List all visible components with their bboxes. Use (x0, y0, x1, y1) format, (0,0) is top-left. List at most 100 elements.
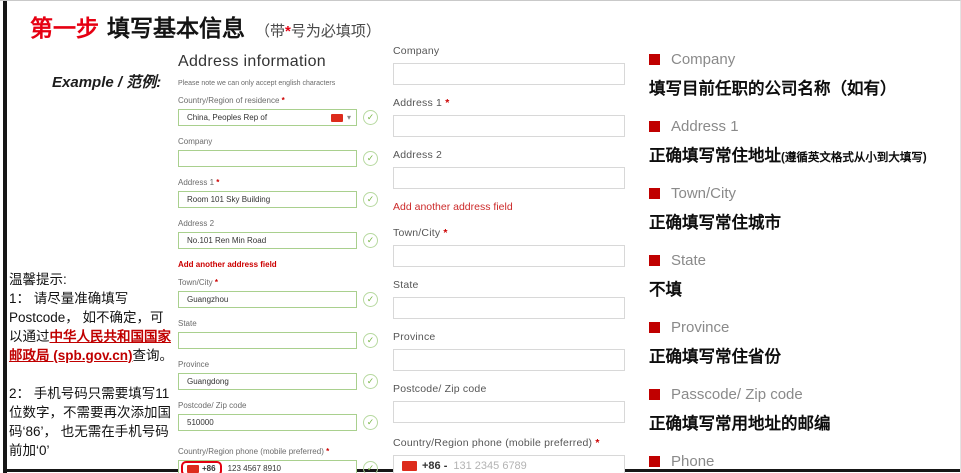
text-input[interactable]: ▾ (393, 63, 625, 85)
field-label: Company (393, 45, 633, 57)
chevron-down-icon: ▾ (347, 113, 351, 122)
required-asterisk: * (442, 97, 449, 109)
address-information-heading: Address information (178, 53, 378, 71)
field-label: Country/Region phone (mobile preferred) … (178, 447, 378, 456)
valid-check-icon: ✓ (363, 374, 378, 389)
guide-term: Province (671, 319, 729, 336)
china-flag-icon (187, 465, 199, 473)
field-label: Country/Region phone (mobile preferred) … (393, 437, 633, 449)
form-field: Address 1 * Room 101 Sky Building ▾ ✓ (178, 178, 378, 208)
china-flag-icon (402, 461, 417, 471)
valid-check-icon: ✓ (363, 233, 378, 248)
guide-term: State (671, 252, 706, 269)
form-field: State ▾ (393, 279, 633, 319)
text-input[interactable]: ▾ (393, 401, 625, 423)
field-label: Address 1 * (393, 97, 633, 109)
valid-check-icon: ✓ (363, 151, 378, 166)
red-square-bullet (649, 54, 660, 65)
valid-check-icon: ✓ (363, 461, 378, 473)
text-input[interactable]: ▾ (393, 115, 625, 137)
step-label: 第一步 (30, 15, 99, 41)
guide-description-small: (遵循英文格式从小到大填写) (781, 152, 927, 164)
registration-guide-page: 第一步填写基本信息（带*号为必填项） Example / 范例: 温馨提示: 1… (0, 0, 961, 473)
input-value: Guangdong (187, 377, 351, 386)
required-asterisk: * (214, 178, 219, 187)
form-field: Country/Region phone (mobile preferred) … (393, 437, 633, 473)
form-field: Address 1 * ▾ (393, 97, 633, 137)
guide-term: Town/City (671, 185, 736, 202)
text-input[interactable]: ▾ (393, 349, 625, 371)
input-value: 131 2345 6789 (453, 460, 526, 472)
form-field: State ▾ ✓ (178, 319, 378, 349)
red-square-bullet (649, 188, 660, 199)
dial-code-prefix: +86 (181, 461, 222, 473)
input-value: No.101 Ren Min Road (187, 236, 351, 245)
form-field: Company ▾ ✓ (178, 137, 378, 167)
field-label: Address 1 * (178, 178, 378, 187)
required-asterisk: * (279, 96, 284, 105)
form-field: Address 2 ▾ (393, 149, 633, 189)
guide-term: Passcode/ Zip code (671, 386, 803, 403)
text-input[interactable]: ▾ (393, 245, 625, 267)
guide-item: Address 1 正确填写常住地址(遵循英文格式从小到大填写) (649, 118, 954, 166)
guide-item: State 不填 (649, 252, 954, 300)
example-caption: Example / 范例: (52, 71, 161, 92)
text-input[interactable]: ▾ (178, 150, 357, 167)
field-label: Address 2 (393, 149, 633, 161)
field-label: Company (178, 137, 378, 146)
phone-input[interactable]: +86 - 131 2345 6789 ▾ (393, 455, 625, 473)
text-input[interactable]: ▾ (393, 297, 625, 319)
text-input[interactable]: Guangdong ▾ (178, 373, 357, 390)
form-field: Town/City * ▾ (393, 227, 633, 267)
field-guide-column: Company 填写目前任职的公司名称（如有） Address 1 正确填写常住… (649, 51, 954, 473)
add-another-address-link[interactable]: Add another address field (393, 201, 633, 213)
input-value: 510000 (187, 418, 351, 427)
field-label: Address 2 (178, 219, 378, 228)
text-input[interactable]: Room 101 Sky Building ▾ (178, 191, 357, 208)
phone-input[interactable]: +86 123 4567 8910 ▾ (178, 460, 357, 473)
guide-item: Town/City 正确填写常住城市 (649, 185, 954, 233)
field-label: Town/City * (393, 227, 633, 239)
form-field: Province ▾ (393, 331, 633, 371)
form-field: Postcode/ Zip code ▾ (393, 383, 633, 423)
example-form-column: Address information Please note we can o… (178, 53, 378, 473)
form-field: Country/Region phone (mobile preferred) … (178, 447, 378, 473)
form-field: Address 2 No.101 Ren Min Road ▾ ✓ (178, 219, 378, 249)
field-label: Town/City * (178, 278, 378, 287)
dial-code-prefix: +86 - (402, 460, 447, 472)
tip-postcode: 1： 请尽量准确填写Postcode， 如不确定，可以通过中华人民共和国国家邮政… (9, 289, 173, 365)
guide-item: Company 填写目前任职的公司名称（如有） (649, 51, 954, 99)
field-label: Province (393, 331, 633, 343)
form-field: Province Guangdong ▾ ✓ (178, 360, 378, 390)
field-label: Postcode/ Zip code (393, 383, 633, 395)
input-value: 123 4567 8910 (228, 464, 351, 473)
text-input[interactable]: ▾ (178, 332, 357, 349)
guide-term: Phone (671, 453, 714, 470)
title-note: （带*号为必填项） (255, 23, 381, 40)
text-input[interactable]: No.101 Ren Min Road ▾ (178, 232, 357, 249)
form-field: Country/Region of residence * China, Peo… (178, 96, 378, 126)
red-square-bullet (649, 322, 660, 333)
input-value: China, Peoples Rep of (187, 113, 327, 122)
text-input[interactable]: ▾ (393, 167, 625, 189)
required-asterisk: * (213, 278, 218, 287)
form-field: Postcode/ Zip code 510000 ▾ ✓ (178, 401, 378, 431)
field-label: State (178, 319, 378, 328)
guide-description: 正确填写常住城市 (649, 209, 954, 233)
required-asterisk: * (440, 227, 447, 239)
left-border (3, 1, 7, 473)
text-input[interactable]: 510000 ▾ (178, 414, 357, 431)
field-label: Country/Region of residence * (178, 96, 378, 105)
guide-term: Address 1 (671, 118, 739, 135)
china-flag-icon (331, 114, 343, 122)
valid-check-icon: ✓ (363, 192, 378, 207)
text-input[interactable]: Guangzhou ▾ (178, 291, 357, 308)
tip-phone: 2： 手机号码只需要填写11 位数字，不需要再次添加国码‘86’， 也无需在手机… (9, 384, 173, 460)
form-field: Company ▾ (393, 45, 633, 85)
guide-term: Company (671, 51, 735, 68)
country-select[interactable]: China, Peoples Rep of ▾ (178, 109, 357, 126)
field-label: Province (178, 360, 378, 369)
red-square-bullet (649, 255, 660, 266)
add-another-address-link[interactable]: Add another address field (178, 260, 378, 269)
field-label: State (393, 279, 633, 291)
